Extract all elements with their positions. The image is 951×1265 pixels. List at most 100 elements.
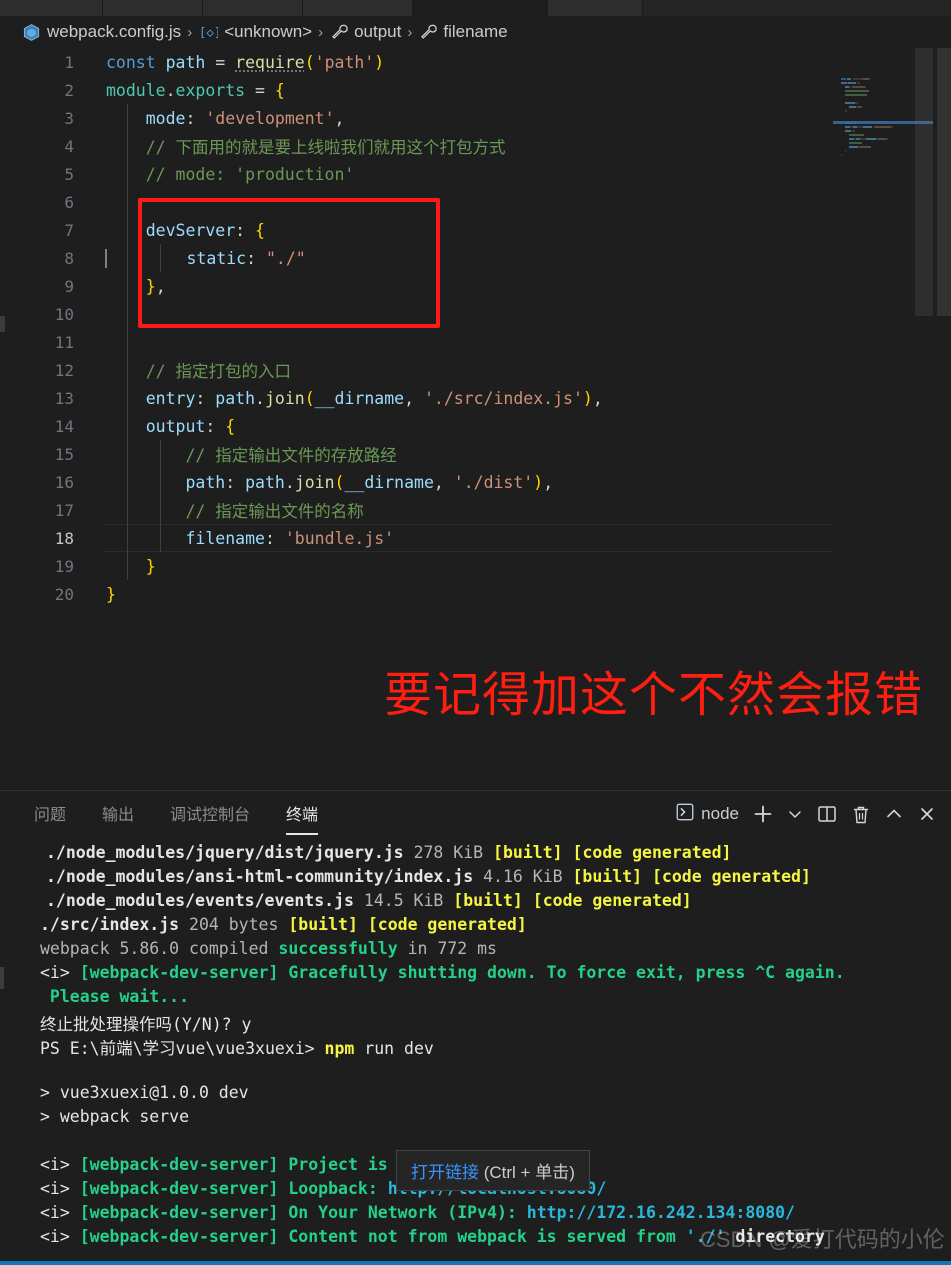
terminal-text: <i> (40, 963, 80, 982)
code-text: output: { (74, 417, 235, 436)
editor-tab-strip[interactable] (0, 0, 951, 16)
code-text: path: path.join(__dirname, './dist'), (74, 473, 553, 492)
panel-tab-debug-console[interactable]: 调试控制台 (170, 801, 250, 827)
minimap-line-segment (866, 138, 875, 140)
minimap-line-segment (845, 150, 846, 152)
code-line[interactable]: 19 } (0, 552, 951, 580)
split-terminal-button[interactable] (816, 803, 838, 825)
editor-tab[interactable] (303, 0, 413, 16)
breadcrumb-item-symbol-output[interactable]: output (329, 22, 401, 42)
line-number: 14 (0, 417, 74, 436)
code-line[interactable]: 3 mode: 'development', (0, 104, 951, 132)
minimap-line-segment (841, 78, 846, 80)
minimap-line-segment (848, 82, 855, 84)
line-number: 1 (0, 53, 74, 72)
code-text: }, (74, 277, 166, 296)
code-text: filename: 'bundle.js' (74, 529, 394, 548)
collapse-panel-button[interactable] (884, 804, 904, 824)
terminal-line: PS E:\前端\学习vue\vue3xuexi> npm run dev (0, 1035, 951, 1059)
breadcrumb-item-symbol-filename[interactable]: filename (418, 22, 507, 42)
code-line[interactable]: 11 (0, 328, 951, 356)
wrench-icon (329, 23, 348, 42)
terminal-line: ./node_modules/ansi-html-community/index… (0, 867, 951, 891)
kill-terminal-button[interactable] (851, 804, 871, 825)
terminal-text: [webpack-dev-server] Content not from we… (80, 1227, 686, 1246)
terminal-text: Please wait... (40, 987, 189, 1006)
indent-guide (160, 440, 161, 552)
editor-tab[interactable] (0, 0, 103, 16)
terminal-line: <i> [webpack-dev-server] Content not fro… (0, 1227, 951, 1251)
code-line[interactable]: 4 // 下面用的就是要上线啦我们就用这个打包方式 (0, 132, 951, 160)
new-terminal-button[interactable] (752, 803, 774, 825)
terminal-text: 终止批处理操作吗(Y/N)? y (40, 1015, 251, 1034)
code-line[interactable]: 2 module.exports = { (0, 76, 951, 104)
minimap-line-segment (849, 134, 864, 136)
minimap-slider[interactable] (915, 48, 933, 316)
editor-vertical-scrollbar[interactable] (933, 48, 951, 790)
close-panel-button[interactable] (917, 804, 937, 824)
editor-tab[interactable] (203, 0, 303, 16)
panel-actions[interactable]: node (675, 791, 937, 837)
minimap-line-segment (855, 78, 862, 80)
panel-tab-problems[interactable]: 问题 (34, 801, 66, 827)
terminal-link[interactable]: http://172.16.242.134:8080/ (527, 1203, 795, 1222)
code-line[interactable]: 14 output: { (0, 412, 951, 440)
terminal-line: > vue3xuexi@1.0.0 dev (0, 1083, 951, 1107)
code-text: const path = require('path') (74, 53, 384, 72)
code-text: } (74, 557, 156, 576)
line-number: 6 (0, 193, 74, 212)
code-line[interactable]: 6 (0, 188, 951, 216)
minimap-line-segment (846, 110, 847, 112)
code-line[interactable]: 7 devServer: { (0, 216, 951, 244)
line-number: 8 (0, 249, 74, 268)
bottom-panel[interactable]: 问题 输出 调试控制台 终端 node ./node_modules/jquer… (0, 790, 951, 1265)
terminal-shell-selector[interactable]: node (675, 802, 739, 827)
code-line[interactable]: 9 }, (0, 272, 951, 300)
breadcrumb-item-symbol-unknown[interactable]: [◇] <unknown> (198, 22, 312, 42)
code-text: entry: path.join(__dirname, './src/index… (74, 389, 603, 408)
panel-tab-terminal[interactable]: 终端 (286, 801, 318, 827)
code-line[interactable]: 10 (0, 300, 951, 328)
code-line[interactable]: 15 // 指定输出文件的存放路经 (0, 440, 951, 468)
line-number: 3 (0, 109, 74, 128)
tab-strip-filler (643, 0, 951, 16)
terminal-prompt-icon (675, 802, 695, 827)
chevron-down-icon[interactable] (787, 806, 803, 822)
minimap-line-segment (845, 102, 854, 104)
code-line[interactable]: 20} (0, 580, 951, 608)
terminal-link[interactable]: './' (686, 1227, 726, 1246)
scrollbar-thumb[interactable] (937, 48, 951, 316)
code-lines[interactable]: 1 const path = require('path') 2 module.exp… (0, 48, 951, 608)
terminal-text: <i> (40, 1179, 80, 1198)
code-text: static: "./" (74, 249, 306, 268)
breadcrumb[interactable]: webpack.config.js › [◇] <unknown> › outp… (0, 16, 951, 48)
terminal-text: [webpack-dev-server] Gracefully shutting… (80, 963, 845, 982)
code-line[interactable]: 13 entry: path.join(__dirname, './src/in… (0, 384, 951, 412)
code-line[interactable]: 1 const path = require('path') (0, 48, 951, 76)
panel-tab-output[interactable]: 输出 (102, 801, 134, 827)
code-line[interactable]: 18 filename: 'bundle.js' (0, 524, 951, 552)
terminal-text: directory (725, 1227, 824, 1246)
terminal-shell-label: node (701, 804, 739, 824)
terminal-line: <i> [webpack-dev-server] Gracefully shut… (0, 963, 951, 987)
breadcrumb-item-file[interactable]: webpack.config.js (22, 22, 181, 42)
minimap-line-segment (845, 90, 869, 92)
editor-tab[interactable] (103, 0, 203, 16)
vscode-window: webpack.config.js › [◇] <unknown> › outp… (0, 0, 951, 1265)
line-number: 11 (0, 333, 74, 352)
code-line[interactable]: 17 // 指定输出文件的名称 (0, 496, 951, 524)
minimap-line-segment (849, 146, 857, 148)
code-line[interactable]: 5 // mode: 'production' (0, 160, 951, 188)
terminal-text: in 772 ms (398, 939, 497, 958)
code-line[interactable]: 8 static: "./" (0, 244, 951, 272)
terminal-output[interactable]: ./node_modules/jquery/dist/jquery.js 278… (0, 837, 951, 1265)
panel-header[interactable]: 问题 输出 调试控制台 终端 node (0, 791, 951, 837)
terminal-line: > webpack serve (0, 1107, 951, 1131)
terminal-text: [built] [code generated] (453, 891, 691, 910)
minimap-line-segment (892, 126, 893, 128)
code-line[interactable]: 12 // 指定打包的入口 (0, 356, 951, 384)
editor-tab[interactable] (548, 0, 643, 16)
code-line[interactable]: 16 path: path.join(__dirname, './dist'), (0, 468, 951, 496)
editor-tab-active[interactable] (413, 0, 548, 16)
minimap-line-segment (878, 138, 886, 140)
